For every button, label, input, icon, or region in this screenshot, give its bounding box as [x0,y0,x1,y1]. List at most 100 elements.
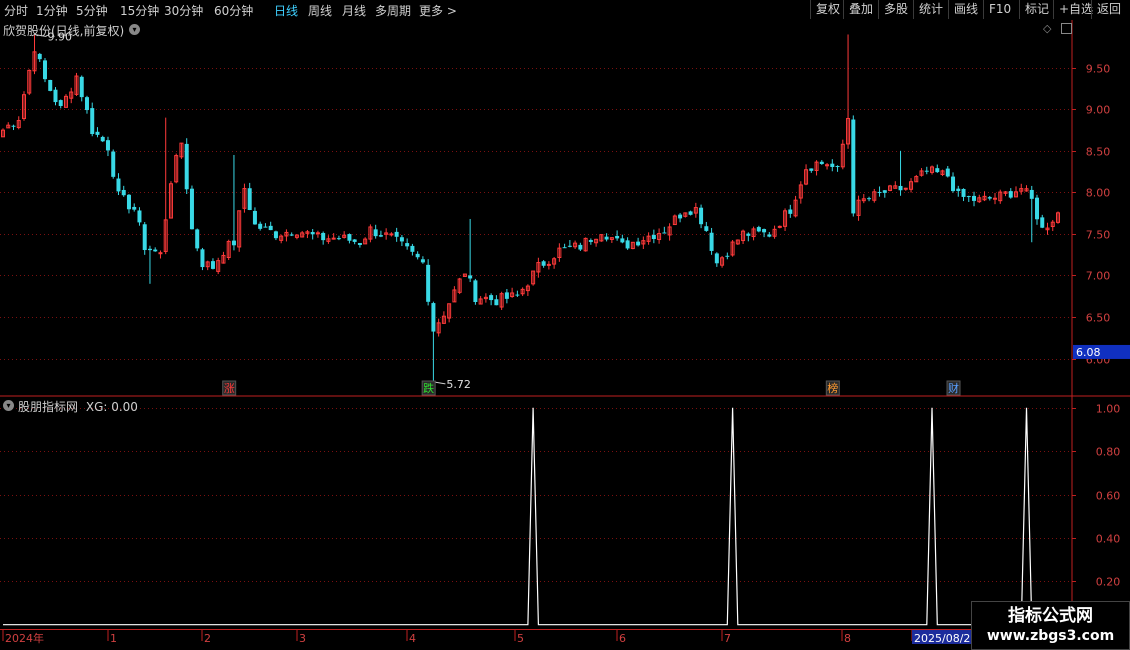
indicator-tick-label: 1.00 [1096,403,1121,416]
time-tick-label: 4 [409,632,416,645]
annotation-label: 5.72 [446,378,471,391]
candle [599,234,604,242]
candle-body [11,125,16,127]
candle [840,139,845,170]
candle-body [315,232,320,235]
candle-body [79,76,84,98]
event-tag: 榜 [827,381,838,395]
candle-body [956,188,961,192]
price-tick-label: 7.00 [1086,270,1111,283]
price-marker-label: 6.08 [1076,346,1101,359]
candle-body [147,248,152,251]
candle [730,239,735,257]
candle-body [273,231,278,239]
candle-body [966,196,971,198]
candle [195,228,200,252]
candle [630,241,635,250]
candle [200,247,205,271]
watermark-url: www.zbgs3.com [986,628,1115,644]
time-tick-label: 2024年 [5,631,44,645]
candle-body [431,303,436,332]
candle-body [189,188,194,230]
candle-body [415,253,420,258]
candle-body [578,244,583,250]
chart-title: 欣贺股份(日线,前复权) [3,24,125,38]
candle [426,259,431,306]
candle-body [111,151,116,177]
time-tick-label: 3 [299,632,306,645]
candle-body [767,234,772,237]
candle-body [399,237,404,242]
candle-body [688,211,693,215]
candle [531,270,536,286]
candle-body [651,234,656,240]
indicator-menu-icon[interactable]: ▾ [3,400,14,411]
candle-body [90,108,95,135]
candle-body [993,197,998,200]
candle-body [809,168,814,171]
candle [237,210,242,252]
watermark: 指标公式网 www.zbgs3.com [971,601,1130,650]
candle-body [42,60,47,80]
candle-body [489,295,494,301]
candle [179,142,184,159]
panel-toggle-icon[interactable] [1061,23,1072,34]
indicator-title: 股朋指标网 [18,400,79,414]
candle-body [331,237,336,240]
price-tick-label: 8.50 [1086,146,1111,159]
candle-body [426,264,431,302]
candle [473,278,478,305]
candle-body [84,97,89,111]
candle-body [604,236,609,240]
candle-body [268,225,273,231]
candle-body [289,234,294,236]
candle [851,115,856,217]
candle-body [58,100,63,106]
diamond-icon[interactable]: ◇ [1043,22,1051,35]
candle-body [699,207,704,225]
candle-body [357,242,362,245]
candle-body [132,206,137,210]
candle-body [37,53,42,60]
indicator-tick-label: 0.80 [1096,446,1121,459]
candle-body [473,280,478,303]
candle-body [1008,191,1013,198]
candle-body [373,229,378,237]
candle-body [137,210,142,223]
candle-body [195,229,200,249]
candle-body [258,223,263,229]
candle-body [515,294,520,296]
candle [672,214,677,226]
time-tick-label: 8 [844,632,851,645]
candle-body [231,240,236,246]
candle-body [898,185,903,191]
candle-body [620,238,625,243]
candle-body [121,189,126,196]
candle-body [48,79,53,91]
candle [42,58,47,83]
candle-body [746,233,751,236]
candle-body [945,168,950,177]
candle-body [951,176,956,192]
candle-body [714,253,719,264]
xg-value: XG: 0.00 [85,400,138,414]
candle [499,291,504,310]
candle-body [116,178,121,192]
event-tag: 跌 [423,381,434,395]
price-tick-label: 9.50 [1086,63,1111,76]
time-tick-label: 5 [517,632,524,645]
chart-menu-icon[interactable]: ▾ [129,24,140,35]
candle-body [468,275,473,279]
candle [74,72,79,97]
candle-body [819,161,824,164]
candle-body [352,239,357,242]
candle-body [830,163,835,167]
candle [142,222,147,255]
candle-body [541,261,546,266]
candle-body [336,238,341,240]
candle-body [678,214,683,219]
candle-body [378,235,383,237]
candle-body [546,263,551,266]
candle-body [924,170,929,172]
candle-body [877,191,882,193]
